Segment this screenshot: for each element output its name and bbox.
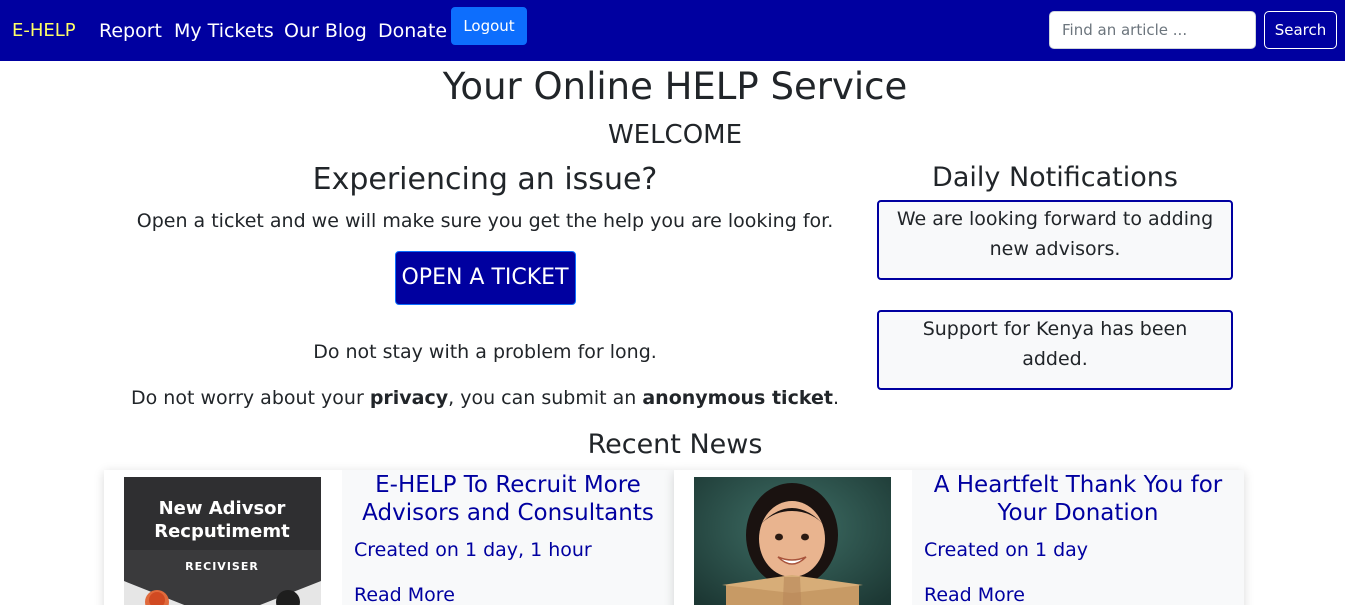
recent-news-title: Recent News — [587, 429, 763, 460]
issue-line-2-mid: , you can submit an — [448, 387, 643, 409]
news-card: New Adivsor Recputimemt RECIVISER E-HELP… — [104, 470, 674, 605]
nav-link-our-blog[interactable]: Our Blog — [284, 18, 367, 44]
nav-link-donate[interactable]: Donate — [378, 18, 447, 44]
search-button[interactable]: Search — [1264, 11, 1337, 49]
news-title-link[interactable]: E-HELP To Recruit More Advisors and Cons… — [354, 471, 662, 527]
donation-image — [694, 477, 891, 605]
notification-card: Support for Kenya has been added. — [877, 310, 1233, 390]
issue-title: Experiencing an issue? — [312, 162, 658, 197]
issue-line-2: Do not worry about your privacy, you can… — [120, 385, 850, 411]
nav-link-my-tickets[interactable]: My Tickets — [174, 18, 274, 44]
nav-link-report[interactable]: Report — [99, 18, 162, 44]
news-card-body: E-HELP To Recruit More Advisors and Cons… — [342, 470, 674, 605]
news-date: Created on 1 day — [924, 539, 1089, 561]
news-image-frame: New Adivsor Recputimemt RECIVISER — [104, 470, 342, 605]
image-caption-1: New Adivsor — [159, 498, 286, 519]
open-ticket-button[interactable]: OPEN A TICKET — [394, 251, 576, 305]
notification-text: Support for Kenya has been added. — [922, 318, 1188, 370]
anonymous-ticket-text: anonymous ticket — [642, 387, 833, 409]
recruitment-image: New Adivsor Recputimemt RECIVISER — [124, 477, 321, 605]
privacy-text: privacy — [369, 387, 449, 409]
issue-section: Experiencing an issue? Open a ticket and… — [120, 160, 850, 411]
news-image-frame — [674, 470, 912, 605]
notification-card: We are looking forward to adding new adv… — [877, 200, 1233, 280]
news-title-link[interactable]: A Heartfelt Thank You for Your Donation — [924, 471, 1232, 527]
logout-button[interactable]: Logout — [451, 7, 527, 45]
search-input[interactable] — [1049, 11, 1256, 49]
welcome-heading: WELCOME — [607, 120, 743, 150]
brand-link[interactable]: E-HELP — [12, 19, 76, 43]
issue-line-2-pre: Do not worry about your — [131, 387, 370, 409]
issue-description: Open a ticket and we will make sure you … — [136, 210, 834, 232]
image-caption-3: RECIVISER — [185, 560, 259, 573]
notification-text: We are looking forward to adding new adv… — [896, 208, 1214, 260]
read-more-link[interactable]: Read More — [924, 582, 1232, 605]
news-card: A Heartfelt Thank You for Your Donation … — [674, 470, 1244, 605]
news-card-body: A Heartfelt Thank You for Your Donation … — [912, 470, 1244, 605]
news-date: Created on 1 day, 1 hour — [354, 539, 592, 561]
issue-line-2-post: . — [832, 387, 839, 409]
page-title: Your Online HELP Service — [442, 65, 908, 108]
notifications-title: Daily Notifications — [932, 162, 1178, 193]
read-more-link[interactable]: Read More — [354, 582, 662, 605]
issue-line-1: Do not stay with a problem for long. — [313, 341, 657, 363]
image-caption-2: Recputimemt — [154, 521, 290, 542]
top-navbar: E-HELP Report My Tickets Our Blog Donate… — [0, 0, 1345, 61]
